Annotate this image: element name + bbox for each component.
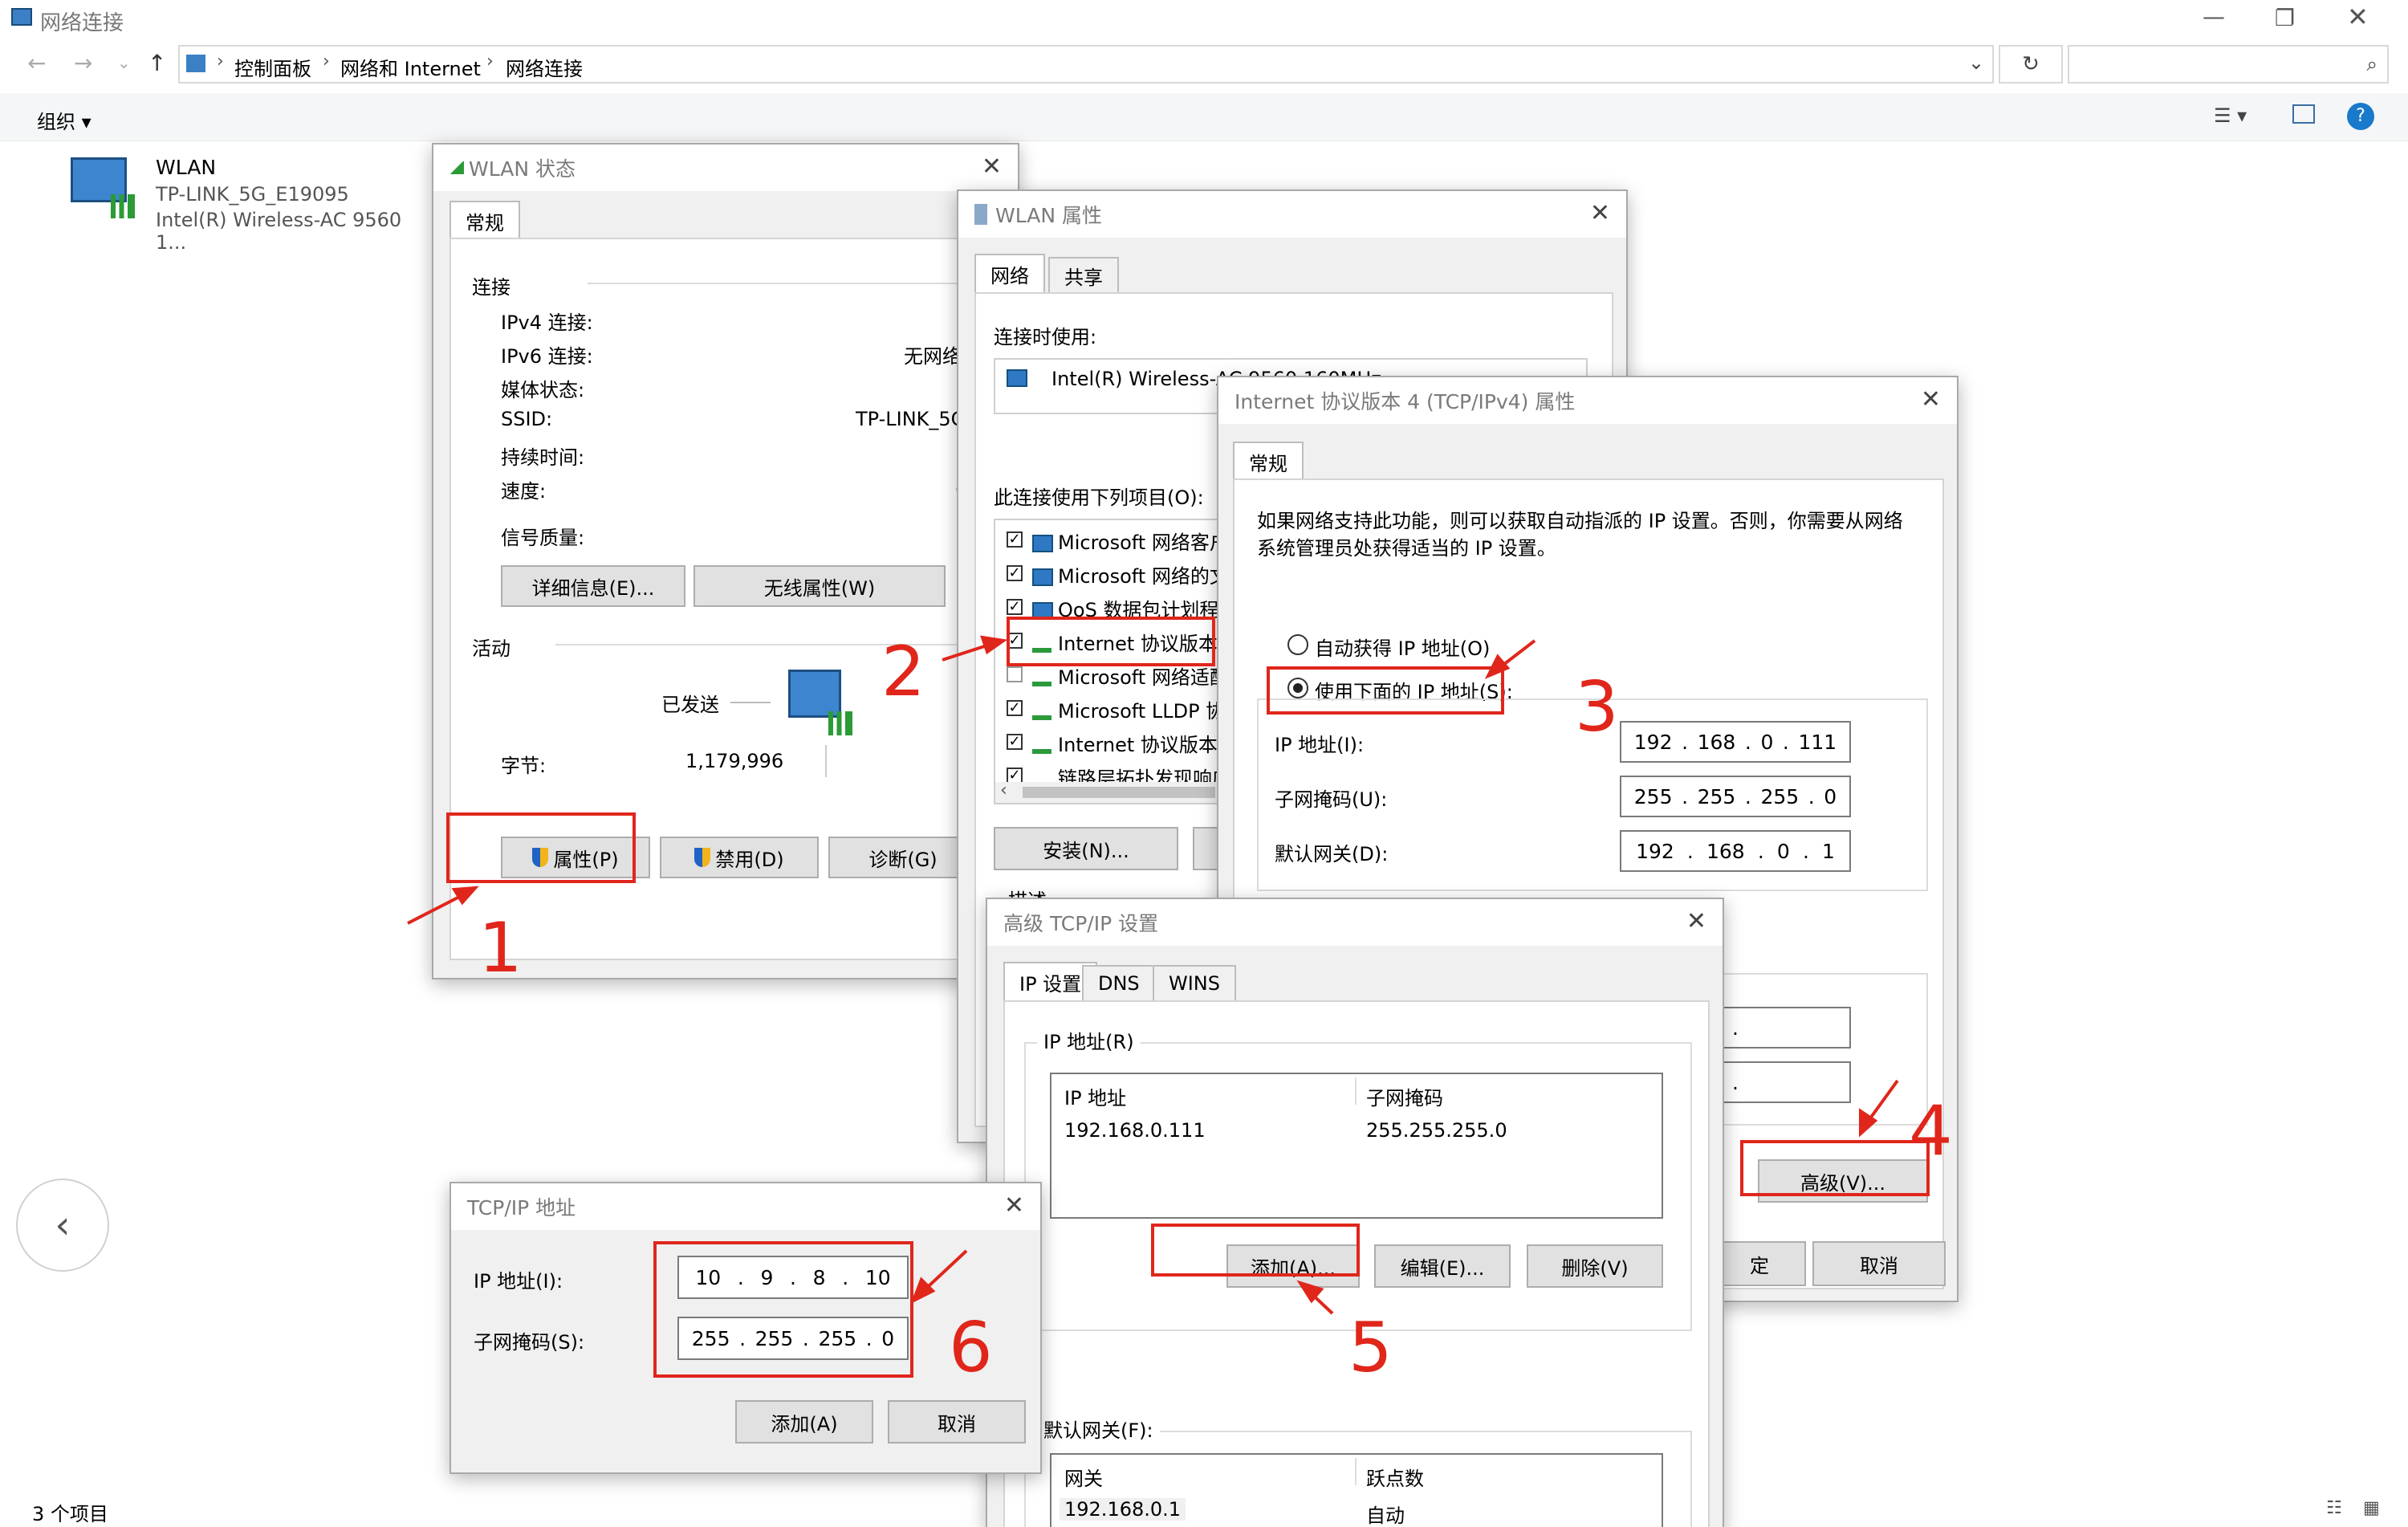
step-number-4: 4 [1909,1091,1953,1171]
arrow-2-head [980,635,1008,655]
arrow-1-head [451,886,479,906]
step-number-5: 5 [1348,1308,1393,1388]
step-number-6: 6 [949,1308,993,1388]
arrow-3-head [1484,654,1511,679]
step-number-3: 3 [1575,667,1619,747]
annotation-arrows [407,635,1899,1315]
step-number-1: 1 [478,908,523,988]
step-number-2: 2 [881,632,925,712]
